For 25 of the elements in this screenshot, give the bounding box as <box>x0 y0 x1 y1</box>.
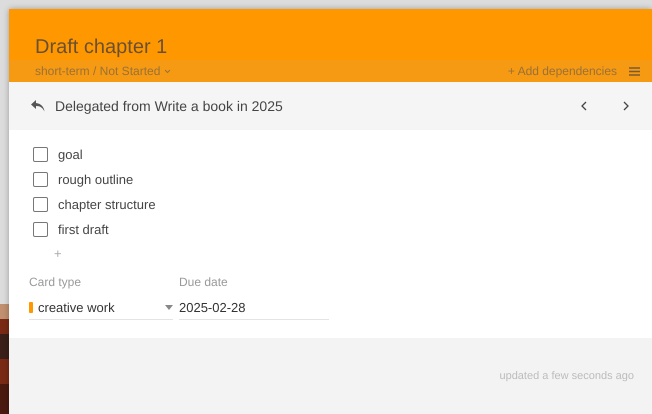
add-dependencies-link[interactable]: + Add dependencies <box>508 64 617 78</box>
menu-icon[interactable] <box>629 66 640 76</box>
due-date-field[interactable]: 2025-02-28 <box>179 295 329 320</box>
chevron-right-icon <box>623 101 629 111</box>
checklist-item: first draft <box>58 222 109 237</box>
chevron-left-icon <box>581 101 587 111</box>
field-label: Due date <box>179 275 229 289</box>
status-dropdown[interactable]: short-term / Not Started <box>35 64 172 78</box>
checkbox[interactable] <box>33 147 48 162</box>
checklist-item: rough outline <box>58 172 134 187</box>
caret-icon <box>164 68 172 74</box>
card-type-select[interactable]: creative work <box>29 295 173 320</box>
add-item-button[interactable]: + <box>54 246 632 261</box>
checkbox[interactable] <box>33 172 48 187</box>
card-title: Draft chapter 1 <box>34 35 168 60</box>
checklist-item: chapter structure <box>58 197 156 212</box>
dropdown-arrow-icon <box>165 304 173 310</box>
checkbox[interactable] <box>33 222 48 237</box>
updated-time: updated a few seconds ago <box>499 370 634 382</box>
delegated-text: Delegated from Write a book in 2025 <box>55 98 283 114</box>
checklist-item: goal <box>58 147 83 162</box>
field-label: Card type <box>29 275 82 289</box>
reply-arrow-icon <box>31 100 45 112</box>
checkbox[interactable] <box>33 197 48 212</box>
card-type-value: creative work <box>38 300 115 314</box>
